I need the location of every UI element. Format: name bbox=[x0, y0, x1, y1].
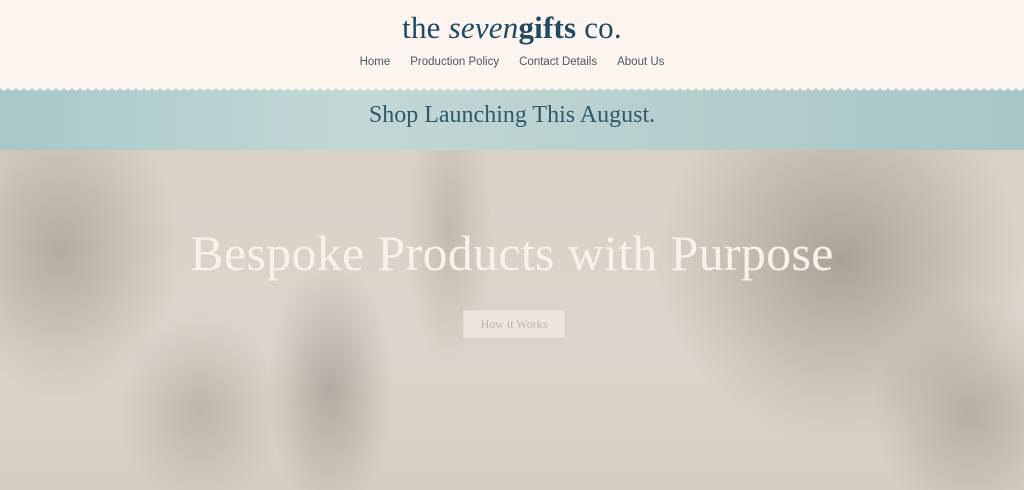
nav-item-about-us[interactable]: About Us bbox=[617, 56, 664, 68]
site-header: the sevengifts co. Home Production Polic… bbox=[0, 0, 1024, 92]
logo-word-gifts: gifts bbox=[518, 10, 577, 45]
nav-item-home[interactable]: Home bbox=[360, 56, 391, 68]
hero-title: Bespoke Products with Purpose bbox=[190, 225, 834, 281]
nav-item-contact-details[interactable]: Contact Details bbox=[519, 56, 597, 68]
announcement-text: Shop Launching This August. bbox=[368, 102, 656, 128]
logo-word-the: the bbox=[402, 10, 449, 45]
wave-divider bbox=[0, 84, 1024, 91]
logo-word-seven: seven bbox=[448, 10, 519, 45]
main-nav: Home Production Policy Contact Details A… bbox=[0, 56, 1024, 68]
nav-item-production-policy[interactable]: Production Policy bbox=[410, 56, 499, 68]
site-logo[interactable]: the sevengifts co. bbox=[0, 10, 1024, 46]
logo-word-co: co. bbox=[576, 10, 622, 45]
how-it-works-button[interactable]: How it Works bbox=[463, 310, 565, 338]
